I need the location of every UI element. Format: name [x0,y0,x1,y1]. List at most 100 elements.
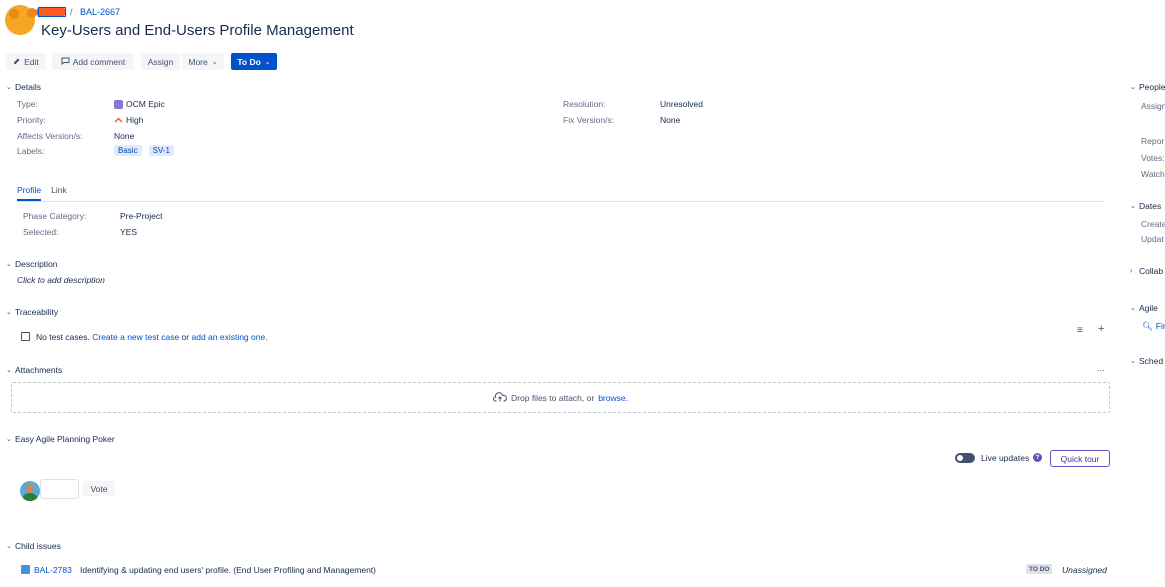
drop-files-text: Drop files to attach, or [511,392,595,403]
custom-field-tabs: Profile Link [17,185,67,201]
dates-heading: Dates [1139,201,1162,211]
label-tag[interactable]: Basic [114,145,142,156]
vote-button[interactable]: Vote [83,481,115,496]
details-heading: Details [15,82,41,92]
avatar-shirt [23,493,37,501]
pencil-icon [13,57,21,67]
child-issues-section-toggle[interactable]: ⌄ Child issues [6,541,61,551]
fix-version-value: None [660,115,681,125]
status-badge: TO DO [1026,564,1053,574]
avatar [20,481,40,501]
edit-button[interactable]: Edit [6,53,46,70]
search-icon: 🔍︎ [1142,321,1153,331]
description-section-toggle[interactable]: ⌄ Description [6,259,58,269]
page-title[interactable]: Key-Users and End-Users Profile Manageme… [41,22,354,39]
chevron-right-icon: › [1130,267,1133,275]
story-icon [21,565,30,574]
chevron-down-icon: ⌄ [1130,358,1136,365]
browse-link[interactable]: browse. [598,393,628,403]
plus-icon[interactable]: + [1098,323,1104,335]
type-label: Type: [17,99,38,109]
selected-value: YES [120,227,138,237]
resolution-value: Unresolved [660,99,703,109]
project-avatar[interactable] [5,5,37,35]
schedule-section-toggle[interactable]: ⌄ Sched [1130,356,1163,366]
more-label: More [188,56,208,67]
cloud-upload-icon [493,391,507,404]
fix-version-label: Fix Version/s: [563,115,615,125]
chevron-down-icon: ⌄ [6,309,12,316]
agile-heading: Agile [1139,303,1158,313]
chevron-down-icon: ⌄ [264,58,271,66]
more-button[interactable]: More ⌄ [182,53,224,70]
people-heading: People [1139,82,1165,92]
dates-section-toggle[interactable]: ⌄ Dates [1130,201,1161,211]
add-comment-button[interactable]: Add comment [52,53,134,70]
test-case-icon [21,332,30,341]
vote-input[interactable] [40,479,79,499]
affects-version-label: Affects Version/s: [17,131,83,141]
agile-section-toggle[interactable]: ⌄ Agile [1130,303,1158,313]
quick-tour-button[interactable]: Quick tour [1050,450,1110,467]
poker-section-toggle[interactable]: ⌄ Easy Agile Planning Poker [6,434,115,444]
help-glyph: ? [1035,454,1040,461]
selected-label: Selected: [23,227,59,237]
edit-label: Edit [24,56,39,67]
type-value-text: OCM Epic [126,99,165,109]
attachments-heading: Attachments [15,365,63,375]
attachment-dropzone[interactable]: Drop files to attach, or browse. [11,382,1110,413]
avatar-ear-left [9,9,19,19]
affects-version-value: None [114,131,135,141]
traceability-empty-message: No test cases. Create a new test case or… [36,332,268,342]
description-heading: Description [15,259,58,269]
description-placeholder[interactable]: Click to add description [17,275,105,285]
label-tag[interactable]: SV-1 [148,145,174,156]
child-issue-key-link[interactable]: BAL-2783 [34,565,72,575]
no-test-cases-text: No test cases. [36,332,90,342]
details-section-toggle[interactable]: ⌄ Details [6,82,41,92]
create-test-case-link[interactable]: Create a new test case [92,332,179,342]
chevron-down-icon: ⌄ [1130,84,1136,91]
people-section-toggle[interactable]: ⌄ People [1130,82,1165,92]
votes-label: Votes: [1141,153,1165,163]
chevron-down-icon: ⌄ [1130,305,1136,312]
created-label: Create [1141,219,1165,229]
chevron-down-icon: ⌄ [6,261,12,268]
breadcrumb-separator: / [70,7,73,17]
project-link[interactable] [38,7,66,17]
chevron-down-icon: ⌄ [211,58,218,66]
agile-board-link[interactable]: 🔍︎ Fir [1142,321,1165,332]
tab-divider [17,201,1105,202]
updated-label: Updat [1141,234,1164,244]
traceability-section-toggle[interactable]: ⌄ Traceability [6,307,58,317]
tab-profile[interactable]: Profile [17,185,42,201]
status-transition-button[interactable]: To Do ⌄ [231,53,277,70]
or-text: or [181,332,190,342]
tab-link[interactable]: Link [51,185,67,201]
add-existing-test-link[interactable]: add an existing one. [191,332,267,342]
list-icon[interactable]: ≡ [1077,325,1083,336]
reporter-label: Repor [1141,136,1165,146]
phase-category-label: Phase Category: [23,211,87,221]
more-options-icon[interactable]: ... [1097,363,1105,373]
add-comment-label: Add comment [72,56,126,67]
issue-key-link[interactable]: BAL-2667 [80,7,120,17]
traceability-heading: Traceability [15,307,59,317]
type-value: OCM Epic [114,99,165,109]
poker-heading: Easy Agile Planning Poker [15,434,115,444]
attachments-section-toggle[interactable]: ⌄ Attachments [6,365,62,375]
assign-button[interactable]: Assign [141,53,180,70]
live-updates-toggle[interactable] [955,453,975,463]
assignee-label: Assign [1141,101,1165,111]
chevron-down-icon: ⌄ [6,84,12,91]
chevron-down-icon: ⌄ [6,436,12,443]
comment-icon [61,57,70,67]
child-issue-summary-link[interactable]: Identifying & updating end users' profil… [80,565,376,575]
collaborators-section-toggle[interactable]: › Collab [1130,266,1163,276]
avatar-face [26,484,34,493]
status-badge-text: TO DO [1029,565,1050,573]
status-label: To Do [237,56,261,67]
watchers-label: Watch [1141,169,1165,179]
help-icon[interactable]: ? [1033,453,1042,462]
schedule-heading: Sched [1139,356,1164,366]
